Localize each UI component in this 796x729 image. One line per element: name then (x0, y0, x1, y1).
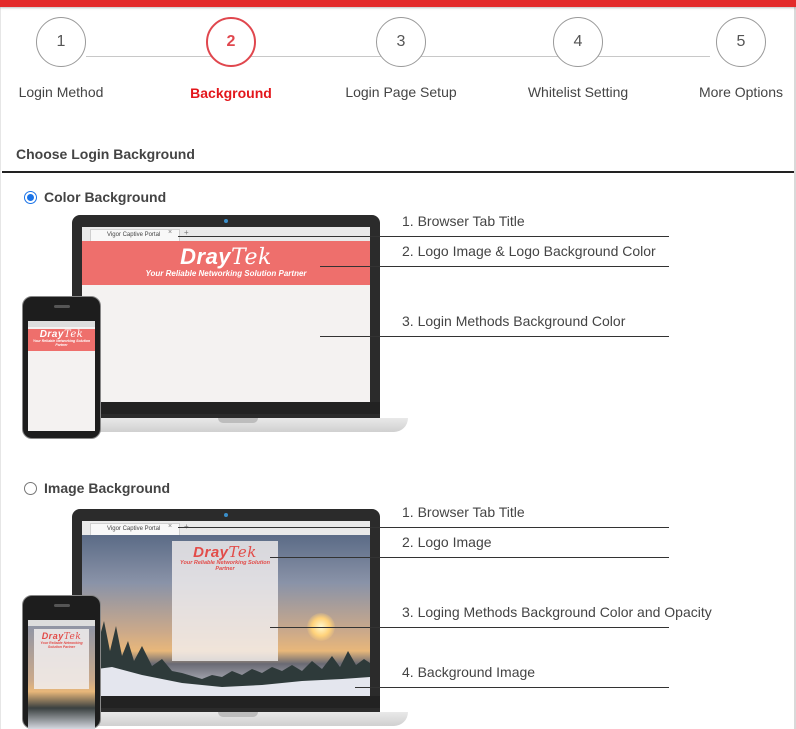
top-accent-bar (0, 0, 796, 7)
step-number: 3 (376, 17, 426, 67)
phone-login-panel: DrayTek Your Reliable Networking Solutio… (34, 629, 89, 689)
step-number: 5 (716, 17, 766, 67)
color-preview-phone: DrayTek Your Reliable Networking Solutio… (22, 296, 101, 439)
tab-close-icon: × (168, 229, 173, 236)
callout-label: 2. Logo Image & Logo Background Color (402, 243, 656, 259)
phone-screen: DrayTek Your Reliable Networking Solutio… (28, 321, 95, 431)
step-label: Background (190, 85, 272, 101)
callout-label: 1. Browser Tab Title (402, 504, 525, 520)
color-preview-laptop: Vigor Captive Portal × + DrayTek Your Re… (68, 215, 408, 432)
step-number: 2 (206, 17, 256, 67)
laptop-screen: Vigor Captive Portal × + DrayTek Your Re… (82, 521, 370, 696)
step-more-options[interactable]: 5 More Options (671, 15, 796, 100)
callout-label: 3. Login Methods Background Color (402, 313, 626, 329)
tab-close-icon: × (168, 523, 173, 530)
callout-line (320, 266, 669, 267)
callout-line (270, 557, 669, 558)
callout-line (178, 527, 669, 528)
callout-line (320, 336, 669, 337)
step-whitelist-setting[interactable]: 4 Whitelist Setting (508, 15, 648, 100)
browser-tab: Vigor Captive Portal (90, 523, 180, 535)
image-preview-phone: DrayTek Your Reliable Networking Solutio… (22, 595, 101, 729)
camera-dot (224, 513, 228, 517)
section-divider (2, 171, 794, 173)
callout-line (270, 627, 669, 628)
step-login-page-setup[interactable]: 3 Login Page Setup (331, 15, 471, 100)
callout-line (355, 687, 669, 688)
color-background-radio[interactable] (24, 190, 37, 204)
callout-line (178, 236, 669, 237)
step-label: Whitelist Setting (527, 84, 629, 100)
login-methods-panel: DrayTek Your Reliable Networking Solutio… (172, 541, 278, 661)
camera-dot (224, 219, 228, 223)
phone-logo-band: DrayTek Your Reliable Networking Solutio… (28, 329, 95, 351)
color-background-label: Color Background (44, 189, 167, 205)
browser-tab-bar: Vigor Captive Portal × + (82, 521, 370, 535)
phone-screen: DrayTek Your Reliable Networking Solutio… (28, 620, 95, 729)
section-title: Choose Login Background (16, 146, 195, 162)
logo-slogan: Your Reliable Networking Solution Partne… (180, 560, 270, 572)
step-number: 1 (36, 17, 86, 67)
logo-band: DrayTek Your Reliable Networking Solutio… (82, 241, 370, 285)
phone-address-bar (28, 321, 95, 327)
image-background-option[interactable]: Image Background (24, 480, 170, 496)
step-background[interactable]: 2 Background (161, 15, 301, 101)
laptop-base (68, 418, 408, 432)
browser-tab: Vigor Captive Portal (90, 229, 180, 241)
step-login-method[interactable]: 1 Login Method (0, 15, 131, 100)
color-background-option[interactable]: Color Background (24, 189, 166, 205)
image-background-label: Image Background (44, 480, 171, 496)
step-label: Login Method (18, 84, 104, 100)
callout-label: 3. Loging Methods Background Color and O… (402, 604, 712, 620)
callout-label: 2. Logo Image (402, 534, 492, 550)
callout-label: 1. Browser Tab Title (402, 213, 525, 229)
step-number: 4 (553, 17, 603, 67)
callout-label: 4. Background Image (402, 664, 536, 680)
laptop-screen: Vigor Captive Portal × + DrayTek Your Re… (82, 227, 370, 402)
image-background-radio[interactable] (24, 481, 37, 495)
draytek-logo: DrayTek (193, 543, 257, 561)
winter-background-image: DrayTek Your Reliable Networking Solutio… (82, 535, 370, 696)
browser-tab-bar: Vigor Captive Portal × + (82, 227, 370, 241)
logo-slogan: Your Reliable Networking Solution Partne… (145, 269, 307, 278)
phone-address-bar (28, 620, 95, 626)
wizard-stepper: 1 Login Method 2 Background 3 Login Page… (0, 15, 796, 105)
image-preview-laptop: Vigor Captive Portal × + DrayTek Your Re… (68, 509, 408, 726)
laptop-base (68, 712, 408, 726)
step-label: Login Page Setup (345, 84, 457, 100)
step-label: More Options (698, 84, 784, 100)
